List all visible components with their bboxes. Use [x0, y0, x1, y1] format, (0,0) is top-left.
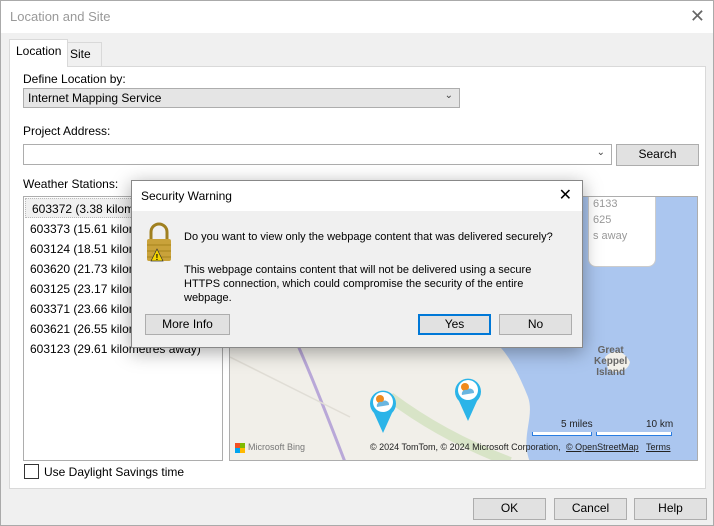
island-label-line: Keppel: [594, 356, 628, 367]
window-title: Location and Site: [10, 9, 111, 24]
scale-bar-miles: [532, 432, 592, 436]
security-warning-dialog: Security Warning ✕ ! Do you want to view…: [131, 180, 583, 348]
define-location-label: Define Location by:: [23, 72, 126, 86]
chevron-down-icon[interactable]: ⌄: [597, 147, 605, 158]
ok-button[interactable]: OK: [473, 498, 546, 520]
search-button[interactable]: Search: [616, 144, 699, 166]
popup-line: s away: [593, 230, 628, 242]
dialog-close-icon[interactable]: ✕: [559, 185, 572, 205]
title-bar: Location and Site ✕: [1, 1, 713, 33]
popup-line: 6133: [593, 198, 618, 210]
daylight-savings-checkbox[interactable]: [24, 464, 39, 479]
terms-link[interactable]: Terms: [646, 442, 671, 452]
tab-site[interactable]: Site: [63, 42, 102, 67]
project-address-label: Project Address:: [23, 124, 111, 138]
dialog-title-bar: Security Warning ✕: [132, 181, 582, 211]
scale-km: 10 km: [646, 419, 674, 430]
dialog-title: Security Warning: [141, 189, 232, 203]
openstreetmap-link[interactable]: © OpenStreetMap: [566, 442, 639, 452]
dialog-question: Do you want to view only the webpage con…: [184, 231, 553, 243]
no-button[interactable]: No: [499, 314, 572, 335]
scale-miles: 5 miles: [561, 419, 593, 430]
popup-line: 625: [593, 214, 612, 226]
yes-button[interactable]: Yes: [418, 314, 491, 335]
scale-bar-km: [596, 432, 672, 436]
bing-brand: Microsoft Bing: [248, 442, 306, 452]
close-icon[interactable]: ✕: [690, 6, 705, 27]
svg-text:!: !: [156, 253, 159, 262]
island-label: Great Keppel Island: [594, 345, 627, 378]
island-label-line: Island: [596, 367, 626, 378]
cancel-button[interactable]: Cancel: [554, 498, 627, 520]
project-address-input[interactable]: ⌄: [23, 144, 612, 165]
station-popup: 6133 625 s away: [588, 197, 656, 267]
island-label-line: Great: [597, 345, 624, 356]
define-location-select[interactable]: Internet Mapping Service ⌄: [23, 88, 460, 108]
dialog-detail: This webpage contains content that will …: [184, 264, 532, 304]
more-info-button[interactable]: More Info: [145, 314, 230, 335]
microsoft-logo-icon: [235, 443, 245, 453]
help-button[interactable]: Help: [634, 498, 707, 520]
weather-stations-label: Weather Stations:: [23, 177, 119, 191]
weather-station-pin-icon[interactable]: [368, 387, 398, 435]
chevron-down-icon: ⌄: [444, 90, 453, 101]
map-copyright: © 2024 TomTom, © 2024 Microsoft Corporat…: [370, 442, 561, 452]
daylight-savings-label: Use Daylight Savings time: [44, 465, 185, 479]
padlock-warning-icon: !: [147, 222, 171, 262]
define-location-value: Internet Mapping Service: [28, 91, 162, 105]
tab-location[interactable]: Location: [9, 39, 69, 67]
weather-station-pin-icon[interactable]: [453, 375, 483, 423]
